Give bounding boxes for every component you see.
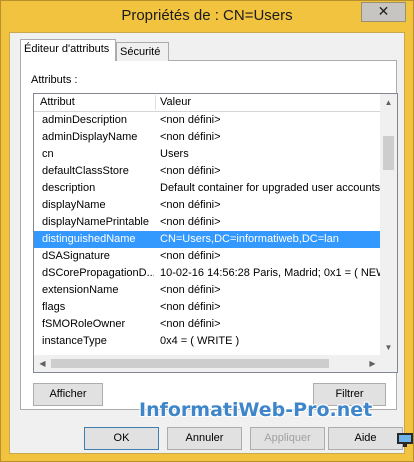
attribute-value-cell: 0x4 = ( WRITE )	[160, 335, 240, 347]
attribute-name-cell: adminDisplayName	[42, 131, 138, 143]
attribute-name-cell: adminDescription	[42, 114, 127, 126]
vertical-scroll-thumb[interactable]	[383, 136, 394, 170]
scroll-corner	[380, 355, 397, 372]
attribute-value-cell: <non défini>	[160, 301, 221, 313]
table-row[interactable]: distinguishedName CN=Users,DC=informatiwe…	[34, 231, 381, 248]
view-button[interactable]: Afficher	[33, 383, 103, 406]
scroll-down-icon[interactable]: ▼	[380, 339, 397, 356]
attribute-name-cell: cn	[42, 148, 54, 160]
attribute-value-cell: CN=Users,DC=informatiweb,DC=lan	[160, 233, 339, 245]
ok-button[interactable]: OK	[84, 427, 159, 450]
attribute-value-cell: <non défini>	[160, 165, 221, 177]
attribute-value-cell: Default container for upgraded user acco…	[160, 182, 380, 194]
dialog-client-area: Éditeur d'attributs Sécurité Attributs :…	[9, 32, 405, 454]
table-row[interactable]: cn Users	[34, 146, 381, 163]
attribute-value-cell: <non défini>	[160, 114, 221, 126]
help-button[interactable]: Aide	[328, 427, 403, 450]
horizontal-scroll-thumb[interactable]	[51, 359, 329, 368]
attribute-value-cell: <non défini>	[160, 318, 221, 330]
horizontal-scrollbar[interactable]: ◀ ▶	[34, 355, 381, 372]
scroll-up-icon[interactable]: ▲	[380, 94, 397, 111]
tab-security[interactable]: Sécurité	[116, 42, 169, 61]
attribute-value-cell: <non défini>	[160, 216, 221, 228]
table-row[interactable]: adminDescription <non défini>	[34, 112, 381, 129]
table-row[interactable]: flags <non défini>	[34, 299, 381, 316]
table-row[interactable]: instanceType 0x4 = ( WRITE )	[34, 333, 381, 350]
table-row[interactable]: extensionName <non défini>	[34, 282, 381, 299]
attribute-value-cell: <non défini>	[160, 250, 221, 262]
attribute-name-cell: extensionName	[42, 284, 119, 296]
attribute-value-cell: <non défini>	[160, 199, 221, 211]
table-row[interactable]: adminDisplayName <non défini>	[34, 129, 381, 146]
watermark-text: InformatiWeb-Pro.net	[139, 399, 373, 421]
attribute-value-cell: <non défini>	[160, 131, 221, 143]
attribute-name-cell: flags	[42, 301, 66, 313]
table-row[interactable]: displayName <non défini>	[34, 197, 381, 214]
table-row[interactable]: displayNamePrintable <non défini>	[34, 214, 381, 231]
table-row[interactable]: description Default container for upgrade…	[34, 180, 381, 197]
attribute-name-cell: distinguishedName	[42, 233, 136, 245]
list-header: Attribut Valeur	[34, 94, 381, 112]
table-row[interactable]: defaultClassStore <non défini>	[34, 163, 381, 180]
vertical-scrollbar[interactable]: ▲ ▼	[380, 94, 397, 356]
cancel-button[interactable]: Annuler	[167, 427, 242, 450]
table-row[interactable]: dSASignature <non défini>	[34, 248, 381, 265]
attribute-value-cell: <non défini>	[160, 284, 221, 296]
attribute-name-cell: dSASignature	[42, 250, 110, 262]
attribute-name-cell: dSCorePropagationD...	[42, 267, 154, 279]
properties-window: Propriétés de : CN=Users ✕ Éditeur d'att…	[0, 0, 414, 462]
column-header-value[interactable]: Valeur	[160, 96, 191, 108]
attribute-name-cell: defaultClassStore	[42, 165, 129, 177]
window-title: Propriétés de : CN=Users	[121, 7, 293, 24]
scroll-right-icon[interactable]: ▶	[364, 355, 381, 372]
monitor-icon	[397, 433, 413, 447]
table-row[interactable]: dSCorePropagationD... 10-02-16 14:56:28 P…	[34, 265, 381, 282]
attribute-name-cell: description	[42, 182, 96, 194]
attribute-name-cell: instanceType	[42, 335, 107, 347]
attribute-name-cell: displayNamePrintable	[42, 216, 149, 228]
close-button[interactable]: ✕	[361, 2, 406, 22]
scroll-left-icon[interactable]: ◀	[34, 355, 51, 372]
attribute-value-cell: 10-02-16 14:56:28 Paris, Madrid; 0x1 = (…	[160, 267, 380, 279]
column-separator[interactable]	[155, 95, 156, 110]
attributes-label: Attributs :	[31, 74, 78, 86]
tab-attribute-editor[interactable]: Éditeur d'attributs	[20, 39, 116, 61]
attributes-list[interactable]: Attribut Valeur adminDescription <non déf…	[33, 93, 398, 373]
attribute-name-cell: displayName	[42, 199, 106, 211]
column-header-attribute[interactable]: Attribut	[40, 96, 75, 108]
attribute-value-cell: Users	[160, 148, 189, 160]
table-row[interactable]: fSMORoleOwner <non défini>	[34, 316, 381, 333]
apply-button[interactable]: Appliquer	[250, 427, 325, 450]
attribute-name-cell: fSMORoleOwner	[42, 318, 126, 330]
